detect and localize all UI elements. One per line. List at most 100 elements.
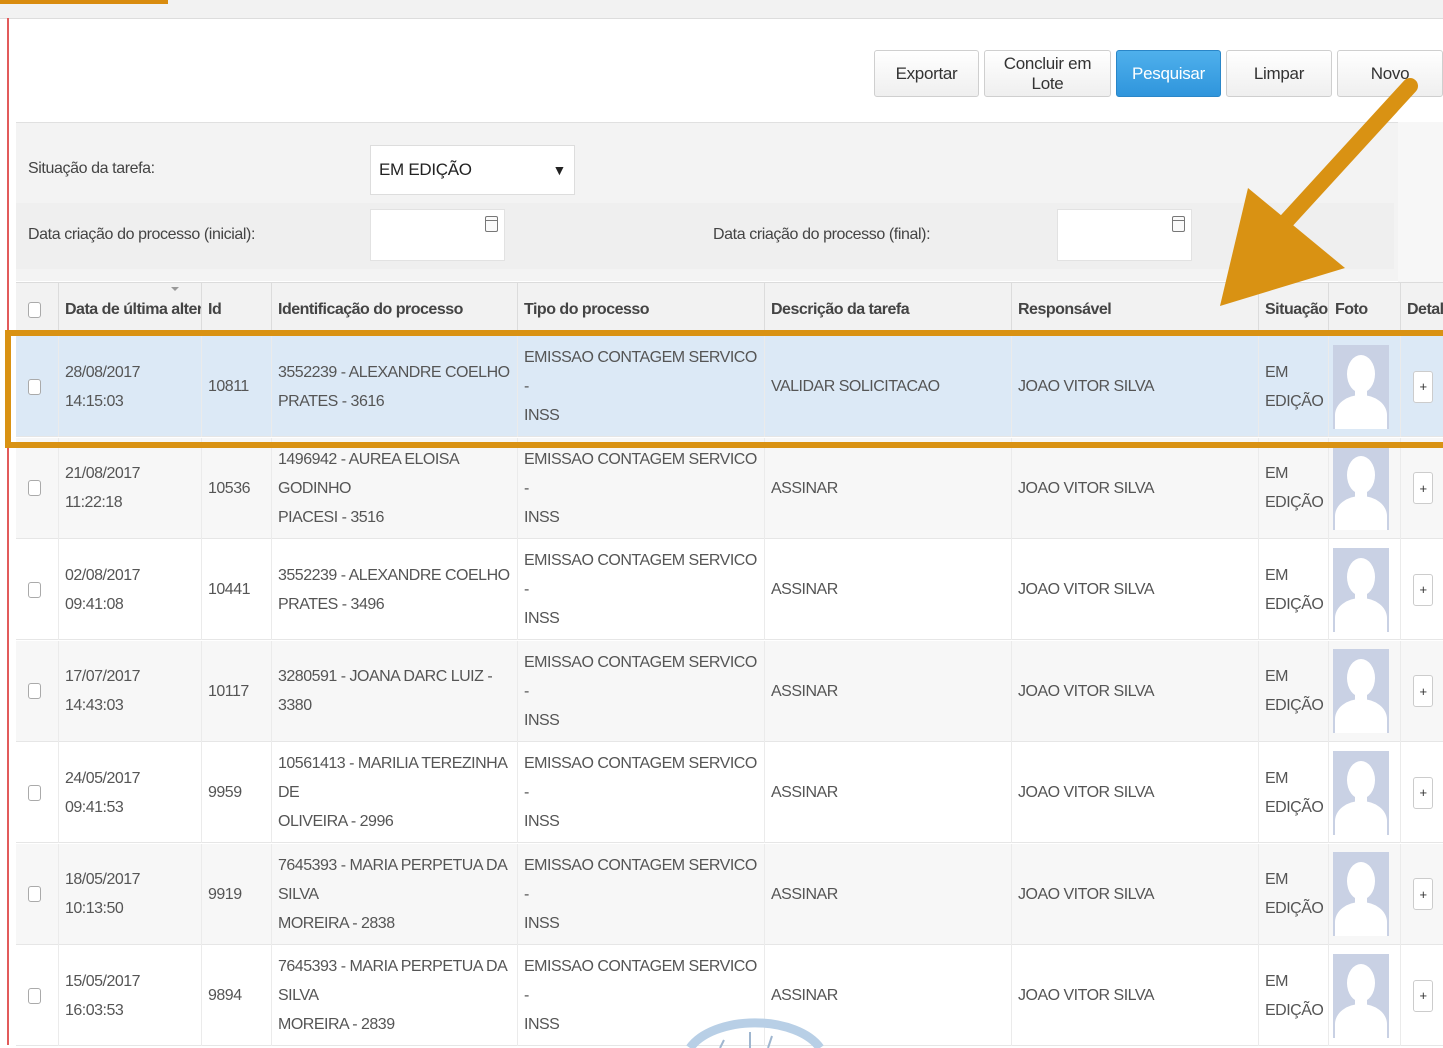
calendar-icon[interactable] [485,216,498,232]
action-toolbar: Exportar Concluir em Lote Pesquisar Limp… [0,48,1443,100]
expand-detail-button[interactable]: + [1413,573,1433,606]
date-cell: 24/05/2017 09:41:53 [58,742,201,843]
export-button[interactable]: Exportar [874,50,979,97]
expand-detail-button[interactable]: + [1413,675,1433,707]
table-row[interactable]: 21/08/2017 11:22:18 10536 1496942 - AUREA … [16,437,1443,539]
expand-detail-button[interactable]: + [1413,472,1433,504]
type-cell: EMISSAO CONTAGEM SERVICO - INSS [517,945,764,1046]
id-cell: 9919 [201,843,271,945]
id-cell: 9959 [201,742,271,843]
row-checkbox[interactable] [28,784,41,801]
detail-cell: + [1400,539,1443,640]
type-cell: EMISSAO CONTAGEM SERVICO - INSS [517,843,764,945]
type-line-1: EMISSAO CONTAGEM SERVICO - [524,349,757,395]
owner-cell: JOAO VITOR SILVA [1011,945,1258,1046]
date-cell: 28/08/2017 14:15:03 [58,336,201,437]
table-row[interactable]: 02/08/2017 09:41:08 10441 3552239 - ALEXAN… [16,539,1443,640]
filter-panel-gutter [1398,122,1443,282]
table-row[interactable]: 24/05/2017 09:41:53 9959 10561413 - MARILI… [16,742,1443,843]
status-cell: EM EDIÇÃO [1258,843,1328,945]
process-line-2: PRATES - 3496 [278,595,385,613]
date-cell: 02/08/2017 09:41:08 [58,539,201,640]
expand-detail-button[interactable]: + [1413,370,1433,403]
header-status[interactable]: Situação [1258,283,1328,337]
process-line-1: 3552239 - ALEXANDRE COELHO [278,363,510,381]
row-select-cell [16,641,58,742]
type-line-2: INSS [524,813,560,830]
table-row[interactable]: 15/05/2017 16:03:53 9894 7645393 - MARIA P… [16,945,1443,1046]
owner-cell: JOAO VITOR SILVA [1011,742,1258,843]
header-id[interactable]: Id [201,283,271,337]
table-row[interactable]: 28/08/2017 14:15:03 10811 3552239 - ALEXAN… [16,336,1443,437]
type-line-2: INSS [524,610,560,627]
calendar-icon[interactable] [1172,216,1185,232]
row-checkbox[interactable] [28,480,41,496]
table-row[interactable]: 18/05/2017 10:13:50 9919 7645393 - MARIA P… [16,843,1443,945]
row-select-cell [16,438,58,539]
detail-cell: + [1400,640,1443,742]
status-line-1: EM [1265,363,1289,381]
owner-cell: JOAO VITOR SILVA [1011,437,1258,539]
row-checkbox[interactable] [28,581,41,598]
type-line-2: INSS [524,711,560,729]
expand-detail-button[interactable]: + [1413,878,1433,910]
avatar-placeholder-icon [1333,547,1389,632]
date-start-label: Data criação do processo (inicial): [28,226,255,243]
table-header: Data de última alteraçã Id Identificação… [16,282,1443,337]
filter-panel: Situação da tarefa: EM EDIÇÃO ▼ Data cri… [16,122,1398,281]
task-cell: ASSINAR [764,843,1011,945]
status-select[interactable]: EM EDIÇÃO ▼ [370,145,575,195]
photo-cell [1328,742,1400,843]
header-task[interactable]: Descrição da tarefa [764,283,1011,337]
table-row[interactable]: 17/07/2017 14:43:03 10117 3280591 - JOANA … [16,640,1443,742]
clear-button[interactable]: Limpar [1226,50,1332,97]
select-all-checkbox[interactable] [28,302,41,318]
expand-detail-button[interactable]: + [1413,776,1433,809]
detail-cell: + [1400,945,1443,1046]
process-line-2: OLIVEIRA - 2996 [278,813,394,830]
select-all-header [16,283,58,337]
status-line-2: EDIÇÃO [1265,1001,1324,1019]
avatar-placeholder-icon [1333,750,1389,835]
search-button[interactable]: Pesquisar [1116,50,1221,97]
status-cell: EM EDIÇÃO [1258,539,1328,640]
process-cell: 7645393 - MARIA PERPETUA DA SILVA MOREIRA… [271,945,517,1046]
row-select-cell [16,945,58,1046]
date-cell: 17/07/2017 14:43:03 [58,640,201,742]
status-line-1: EM [1265,972,1289,990]
row-checkbox[interactable] [28,378,41,395]
status-cell: EM EDIÇÃO [1258,742,1328,843]
new-button[interactable]: Novo [1337,50,1443,97]
date-start-input[interactable] [370,209,505,261]
header-owner[interactable]: Responsável [1011,283,1258,337]
expand-detail-button[interactable]: + [1413,979,1433,1012]
status-line-2: EDIÇÃO [1265,595,1324,613]
type-line-1: EMISSAO CONTAGEM SERVICO - [524,552,757,598]
header-date[interactable]: Data de última alteraçã [58,283,201,337]
date-end-input[interactable] [1057,209,1192,261]
header-type[interactable]: Tipo do processo [517,283,764,337]
process-line-2: MOREIRA - 2839 [278,1016,395,1033]
type-cell: EMISSAO CONTAGEM SERVICO - INSS [517,336,764,437]
task-cell: ASSINAR [764,742,1011,843]
avatar-placeholder-icon [1333,649,1389,733]
row-checkbox[interactable] [28,987,41,1004]
task-cell: ASSINAR [764,437,1011,539]
detail-cell: + [1400,742,1443,843]
batch-complete-button[interactable]: Concluir em Lote [984,50,1111,97]
type-line-2: INSS [524,1016,560,1033]
detail-cell: + [1400,843,1443,945]
status-cell: EM EDIÇÃO [1258,640,1328,742]
photo-cell [1328,539,1400,640]
row-checkbox[interactable] [28,886,41,902]
type-line-1: EMISSAO CONTAGEM SERVICO - [524,856,757,903]
header-process[interactable]: Identificação do processo [271,283,517,337]
row-checkbox[interactable] [28,683,41,699]
avatar-placeholder-icon [1333,953,1389,1038]
id-cell: 10536 [201,437,271,539]
process-line-1: 10561413 - MARILIA TEREZINHA DE [278,755,507,801]
type-line-1: EMISSAO CONTAGEM SERVICO - [524,958,757,1004]
process-cell: 3280591 - JOANA DARC LUIZ - 3380 [271,640,517,742]
detail-cell: + [1400,336,1443,437]
status-cell: EM EDIÇÃO [1258,336,1328,437]
